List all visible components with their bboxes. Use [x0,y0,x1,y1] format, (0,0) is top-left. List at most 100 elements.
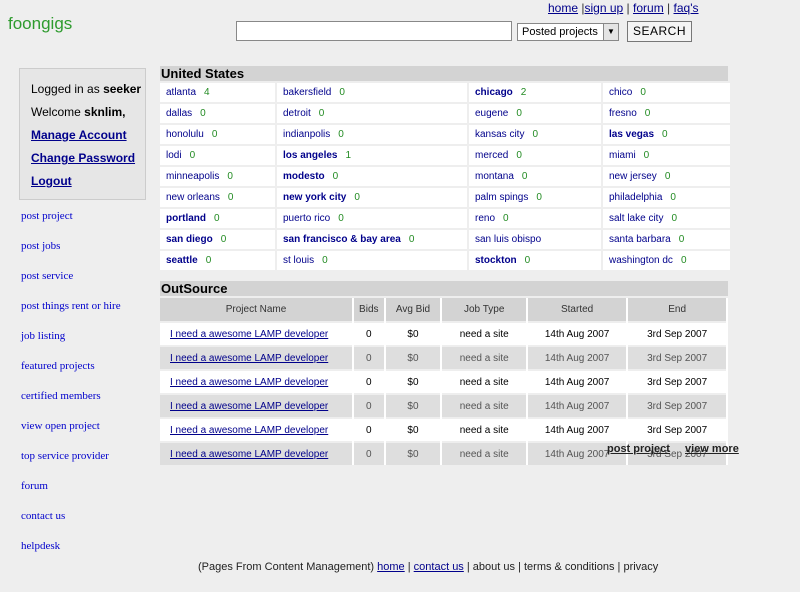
logged-in-label: Logged in as [31,82,104,96]
post-project-link[interactable]: post project [607,443,670,455]
city-link[interactable]: miami [609,150,636,161]
city-count: 0 [521,171,528,182]
city-count: 0 [332,171,339,182]
left-nav-helpdesk[interactable]: helpdesk [21,540,121,570]
city-link[interactable]: minneapolis [166,171,219,182]
city-link[interactable]: detroit [283,108,311,119]
job-type-cell: need a site [441,345,528,370]
city-link[interactable]: bakersfield [283,87,331,98]
left-nav-forum[interactable]: forum [21,480,121,510]
project-link[interactable]: I need a awesome LAMP developer [170,425,328,436]
project-link[interactable]: I need a awesome LAMP developer [170,401,328,412]
city-link[interactable]: las vegas [609,129,654,140]
bids-cell: 0 [353,369,386,394]
change-password-link[interactable]: Change Password [31,151,135,165]
project-link[interactable]: I need a awesome LAMP developer [170,449,328,460]
footer-about-us[interactable]: about us [473,561,515,573]
city-cell: new york city 0 [277,188,467,207]
city-link[interactable]: new york city [283,192,346,203]
city-link[interactable]: fresno [609,108,637,119]
left-nav-featured-projects[interactable]: featured projects [21,360,121,390]
left-nav-top-service-provider[interactable]: top service provider [21,450,121,480]
city-link[interactable]: chico [609,87,632,98]
city-link[interactable]: san luis obispo [475,234,541,245]
search-input[interactable] [236,21,512,41]
city-link[interactable]: honolulu [166,129,204,140]
city-link[interactable]: washington dc [609,255,673,266]
city-link[interactable]: portland [166,213,206,224]
footer-home-link[interactable]: home [377,561,405,573]
city-link[interactable]: lodi [166,150,182,161]
search-category-select[interactable]: Posted projects ▼ [517,23,619,41]
job-type-cell: need a site [441,441,528,465]
project-name-cell: I need a awesome LAMP developer [160,441,355,465]
city-link[interactable]: san francisco & bay area [283,234,401,245]
city-link[interactable]: montana [475,171,514,182]
city-link[interactable]: chicago [475,87,513,98]
footer-privacy[interactable]: privacy [623,561,658,573]
manage-account-link[interactable]: Manage Account [31,128,127,142]
city-link[interactable]: st louis [283,255,314,266]
project-link[interactable]: I need a awesome LAMP developer [170,353,328,364]
city-link[interactable]: new orleans [166,192,220,203]
table-row: I need a awesome LAMP developer 0 $0 need a… [160,369,728,394]
city-link[interactable]: palm spings [475,192,528,203]
city-link[interactable]: seattle [166,255,198,266]
city-link[interactable]: san diego [166,234,213,245]
avg-bid-cell: $0 [384,441,443,465]
city-link[interactable]: los angeles [283,150,337,161]
top-link-signup[interactable]: sign up [585,1,624,15]
left-nav-post-service[interactable]: post service [21,270,121,300]
city-count: 2 [520,87,527,98]
city-link[interactable]: philadelphia [609,192,662,203]
top-link-forum[interactable]: forum [633,1,664,15]
city-count: 0 [205,255,212,266]
city-link[interactable]: new jersey [609,171,657,182]
column-header-job-type: Job Type [441,298,528,322]
city-link[interactable]: merced [475,150,508,161]
city-count: 0 [524,255,531,266]
top-link-home[interactable]: home [548,1,578,15]
left-nav-post-things[interactable]: post things rent or hire [21,300,121,330]
footer-terms[interactable]: terms & conditions [524,561,614,573]
left-nav-view-open-project[interactable]: view open project [21,420,121,450]
left-nav-post-jobs[interactable]: post jobs [21,240,121,270]
city-link[interactable]: indianpolis [283,129,330,140]
city-link[interactable]: kansas city [475,129,524,140]
city-count: 0 [536,192,542,203]
top-link-faqs[interactable]: faq's [674,1,699,15]
left-nav-job-listing[interactable]: job listing [21,330,121,360]
city-count: 0 [664,171,671,182]
city-link[interactable]: atlanta [166,87,196,98]
city-link[interactable]: puerto rico [283,213,330,224]
city-count: 0 [516,150,522,161]
separator: | [667,1,671,15]
table-header-row: Project Name Bids Avg Bid Job Type Start… [160,298,728,322]
city-cell: palm spings 0 [469,188,601,207]
city-link[interactable]: salt lake city [609,213,663,224]
city-link[interactable]: modesto [283,171,325,182]
project-link[interactable]: I need a awesome LAMP developer [170,329,328,340]
project-link[interactable]: I need a awesome LAMP developer [170,377,328,388]
search-button[interactable]: SEARCH [627,21,692,42]
column-header-project-name: Project Name [160,298,355,322]
city-link[interactable]: dallas [166,108,192,119]
outsource-table: Project Name Bids Avg Bid Job Type Start… [160,298,728,465]
city-link[interactable]: eugene [475,108,508,119]
city-link[interactable]: santa barbara [609,234,671,245]
view-more-link[interactable]: view more [685,443,739,455]
left-nav-contact-us[interactable]: contact us [21,510,121,540]
started-cell: 14th Aug 2007 [526,417,629,442]
footer-contact-us-link[interactable]: contact us [414,561,464,573]
separator: | [617,561,621,573]
city-link[interactable]: reno [475,213,495,224]
separator: | [518,561,521,573]
left-nav-post-project[interactable]: post project [21,210,121,240]
left-nav-certified-members[interactable]: certified members [21,390,121,420]
city-cell: atlanta 4 [160,83,275,102]
city-count: 0 [644,108,651,119]
city-link[interactable]: stockton [475,255,517,266]
logout-link[interactable]: Logout [31,174,72,188]
city-cell: chico 0 [603,83,730,102]
city-count: 0 [662,129,668,140]
